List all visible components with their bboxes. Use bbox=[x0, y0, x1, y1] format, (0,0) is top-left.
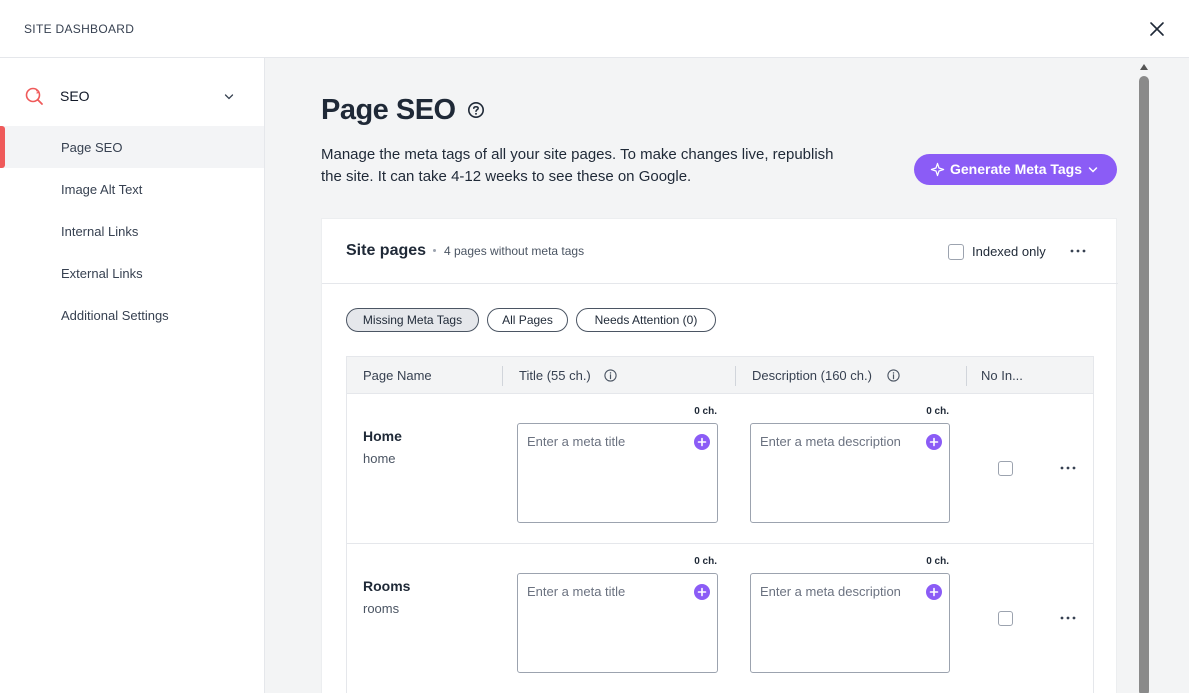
separator-dot bbox=[433, 249, 436, 252]
scroll-up-arrow-icon[interactable] bbox=[1140, 64, 1148, 70]
meta-description-placeholder: Enter a meta description bbox=[760, 434, 901, 449]
sidebar-item-external-links[interactable]: External Links bbox=[0, 252, 264, 294]
column-separator bbox=[966, 366, 967, 386]
add-circle-icon[interactable] bbox=[926, 584, 942, 600]
sidebar-item-label: Additional Settings bbox=[61, 308, 169, 323]
add-circle-icon[interactable] bbox=[694, 434, 710, 450]
no-index-checkbox[interactable] bbox=[998, 611, 1013, 626]
dashboard-title: SITE DASHBOARD bbox=[24, 22, 135, 36]
page-title: Page SEO bbox=[321, 94, 456, 126]
add-circle-icon[interactable] bbox=[694, 584, 710, 600]
sidebar-item-label: Page SEO bbox=[61, 140, 123, 155]
table-row: Home home 0 ch. Enter a meta title 0 ch.… bbox=[347, 394, 1093, 544]
site-pages-card: Site pages 4 pages without meta tags Ind… bbox=[321, 218, 1118, 693]
column-separator bbox=[735, 366, 736, 386]
header-page-name: Page Name bbox=[363, 368, 432, 383]
description-char-count: 0 ch. bbox=[926, 406, 949, 417]
info-icon[interactable] bbox=[887, 369, 900, 382]
table-row: Rooms rooms 0 ch. Enter a meta title 0 c… bbox=[347, 544, 1093, 693]
sidebar-item-additional-settings[interactable]: Additional Settings bbox=[0, 294, 264, 336]
page-name: Rooms bbox=[363, 578, 411, 594]
column-separator bbox=[502, 366, 503, 386]
sparkle-icon bbox=[930, 162, 945, 177]
filter-missing-meta-tags[interactable]: Missing Meta Tags bbox=[346, 308, 479, 332]
more-options-icon[interactable] bbox=[1059, 461, 1077, 475]
scrollbar[interactable] bbox=[1137, 58, 1151, 693]
more-options-icon[interactable] bbox=[1059, 611, 1077, 625]
sidebar: SEO Page SEO Image Alt Text Internal Lin… bbox=[0, 58, 265, 693]
page-description: Manage the meta tags of all your site pa… bbox=[321, 146, 834, 185]
scrollbar-thumb[interactable] bbox=[1139, 76, 1149, 693]
meta-title-placeholder: Enter a meta title bbox=[527, 434, 626, 449]
sidebar-item-label: Image Alt Text bbox=[61, 182, 143, 197]
more-options-icon[interactable] bbox=[1068, 243, 1088, 259]
filter-all-pages[interactable]: All Pages bbox=[487, 308, 568, 332]
help-icon[interactable] bbox=[467, 101, 485, 119]
sidebar-section-seo[interactable]: SEO bbox=[0, 76, 264, 116]
description-char-count: 0 ch. bbox=[926, 556, 949, 567]
pages-table: Page Name Title (55 ch.) Description (16… bbox=[346, 356, 1094, 693]
sidebar-item-internal-links[interactable]: Internal Links bbox=[0, 210, 264, 252]
indexed-only-label: Indexed only bbox=[972, 244, 1046, 259]
close-icon bbox=[1150, 22, 1164, 36]
top-bar: SITE DASHBOARD bbox=[0, 0, 1189, 58]
sidebar-item-label: Internal Links bbox=[61, 224, 139, 239]
title-char-count: 0 ch. bbox=[694, 406, 717, 417]
sidebar-section-label: SEO bbox=[60, 88, 90, 104]
page-slug: home bbox=[363, 451, 396, 466]
main-content: Page SEO Manage the meta tags of all you… bbox=[265, 58, 1189, 693]
indexed-only-checkbox[interactable] bbox=[948, 244, 964, 260]
add-circle-icon[interactable] bbox=[926, 434, 942, 450]
card-header: Site pages 4 pages without meta tags Ind… bbox=[322, 219, 1118, 284]
filter-needs-attention[interactable]: Needs Attention (0) bbox=[576, 308, 716, 332]
card-subtitle: 4 pages without meta tags bbox=[444, 244, 585, 258]
header-no-index: No In... bbox=[981, 368, 1023, 383]
generate-button-label: Generate Meta Tags bbox=[950, 161, 1083, 177]
meta-description-placeholder: Enter a meta description bbox=[760, 584, 901, 599]
sidebar-item-page-seo[interactable]: Page SEO bbox=[0, 126, 264, 168]
seo-search-icon bbox=[25, 87, 43, 105]
meta-description-input[interactable]: Enter a meta description bbox=[750, 573, 950, 673]
title-char-count: 0 ch. bbox=[694, 556, 717, 567]
header-description: Description (160 ch.) bbox=[752, 368, 872, 383]
no-index-checkbox[interactable] bbox=[998, 461, 1013, 476]
meta-description-input[interactable]: Enter a meta description bbox=[750, 423, 950, 523]
table-header: Page Name Title (55 ch.) Description (16… bbox=[347, 357, 1093, 394]
page-slug: rooms bbox=[363, 601, 400, 616]
chevron-down-icon bbox=[224, 94, 234, 100]
meta-title-input[interactable]: Enter a meta title bbox=[517, 573, 718, 673]
chevron-down-icon bbox=[1088, 167, 1098, 173]
sidebar-item-label: External Links bbox=[61, 266, 143, 281]
header-title: Title (55 ch.) bbox=[519, 368, 591, 383]
meta-title-placeholder: Enter a meta title bbox=[527, 584, 626, 599]
sidebar-item-image-alt-text[interactable]: Image Alt Text bbox=[0, 168, 264, 210]
page-name: Home bbox=[363, 428, 402, 444]
info-icon[interactable] bbox=[604, 369, 617, 382]
meta-title-input[interactable]: Enter a meta title bbox=[517, 423, 718, 523]
card-title: Site pages bbox=[346, 242, 427, 259]
close-button[interactable] bbox=[1147, 19, 1167, 39]
generate-meta-tags-button[interactable]: Generate Meta Tags bbox=[914, 154, 1117, 185]
